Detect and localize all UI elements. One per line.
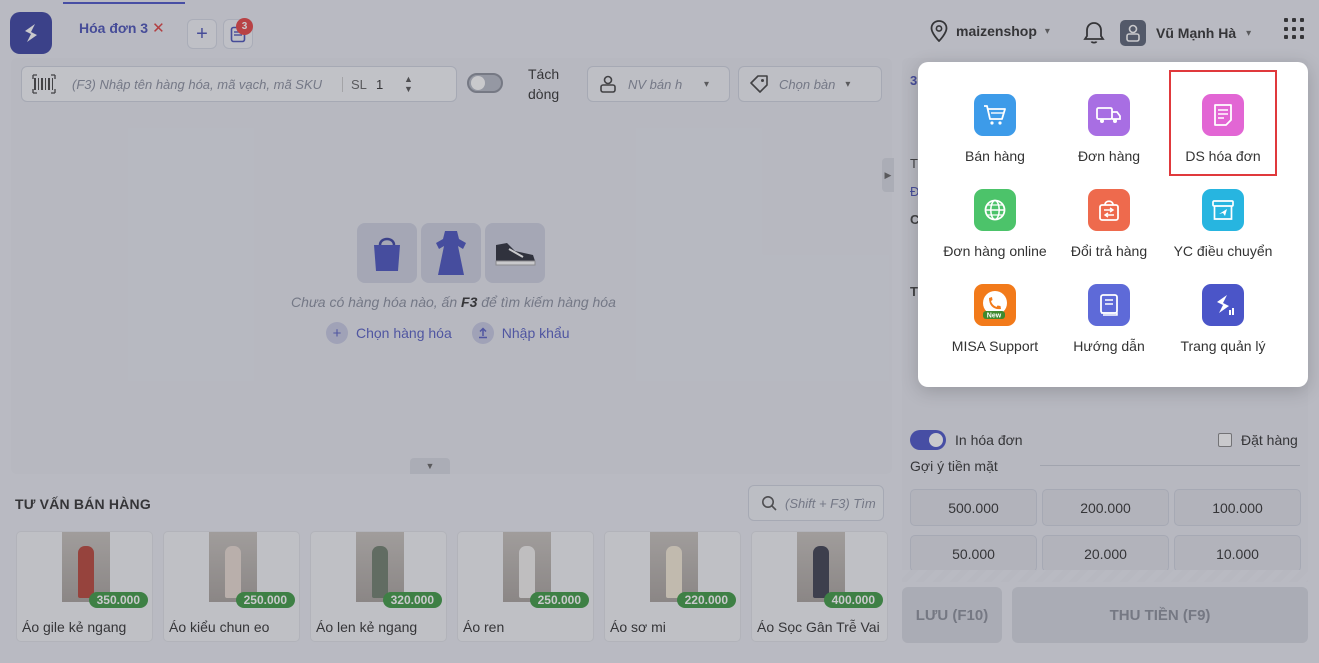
menu-item-label: Đơn hàng [1077, 148, 1141, 164]
menu-item-label: YC điều chuyển [1173, 243, 1273, 259]
management-logo-icon [1202, 284, 1244, 326]
svg-text:New: New [987, 313, 1002, 320]
menu-item-label: Hướng dẫn [1073, 338, 1145, 354]
transfer-box-icon [1202, 189, 1244, 231]
truck-icon [1088, 94, 1130, 136]
menu-item-misa-support[interactable]: New MISA Support [938, 284, 1052, 364]
menu-item-online-orders[interactable]: Đơn hàng online [938, 189, 1052, 269]
menu-item-label: Trang quản lý [1180, 338, 1266, 354]
menu-item-label: Đổi trả hàng [1070, 243, 1148, 259]
menu-item-orders[interactable]: Đơn hàng [1052, 94, 1166, 174]
globe-icon [974, 189, 1016, 231]
guide-book-icon [1088, 284, 1130, 326]
menu-item-label: MISA Support [951, 338, 1039, 354]
menu-item-label: Bán hàng [965, 148, 1025, 164]
menu-item-sales[interactable]: Bán hàng [938, 94, 1052, 174]
cart-icon [974, 94, 1016, 136]
menu-item-returns[interactable]: Đổi trả hàng [1052, 189, 1166, 269]
support-phone-icon: New [974, 284, 1016, 326]
highlight-box [1169, 70, 1277, 176]
menu-item-label: Đơn hàng online [943, 243, 1047, 259]
menu-item-transfer-request[interactable]: YC điều chuyển [1166, 189, 1280, 269]
menu-item-management[interactable]: Trang quản lý [1166, 284, 1280, 364]
menu-item-guide[interactable]: Hướng dẫn [1052, 284, 1166, 364]
return-bag-icon [1088, 189, 1130, 231]
